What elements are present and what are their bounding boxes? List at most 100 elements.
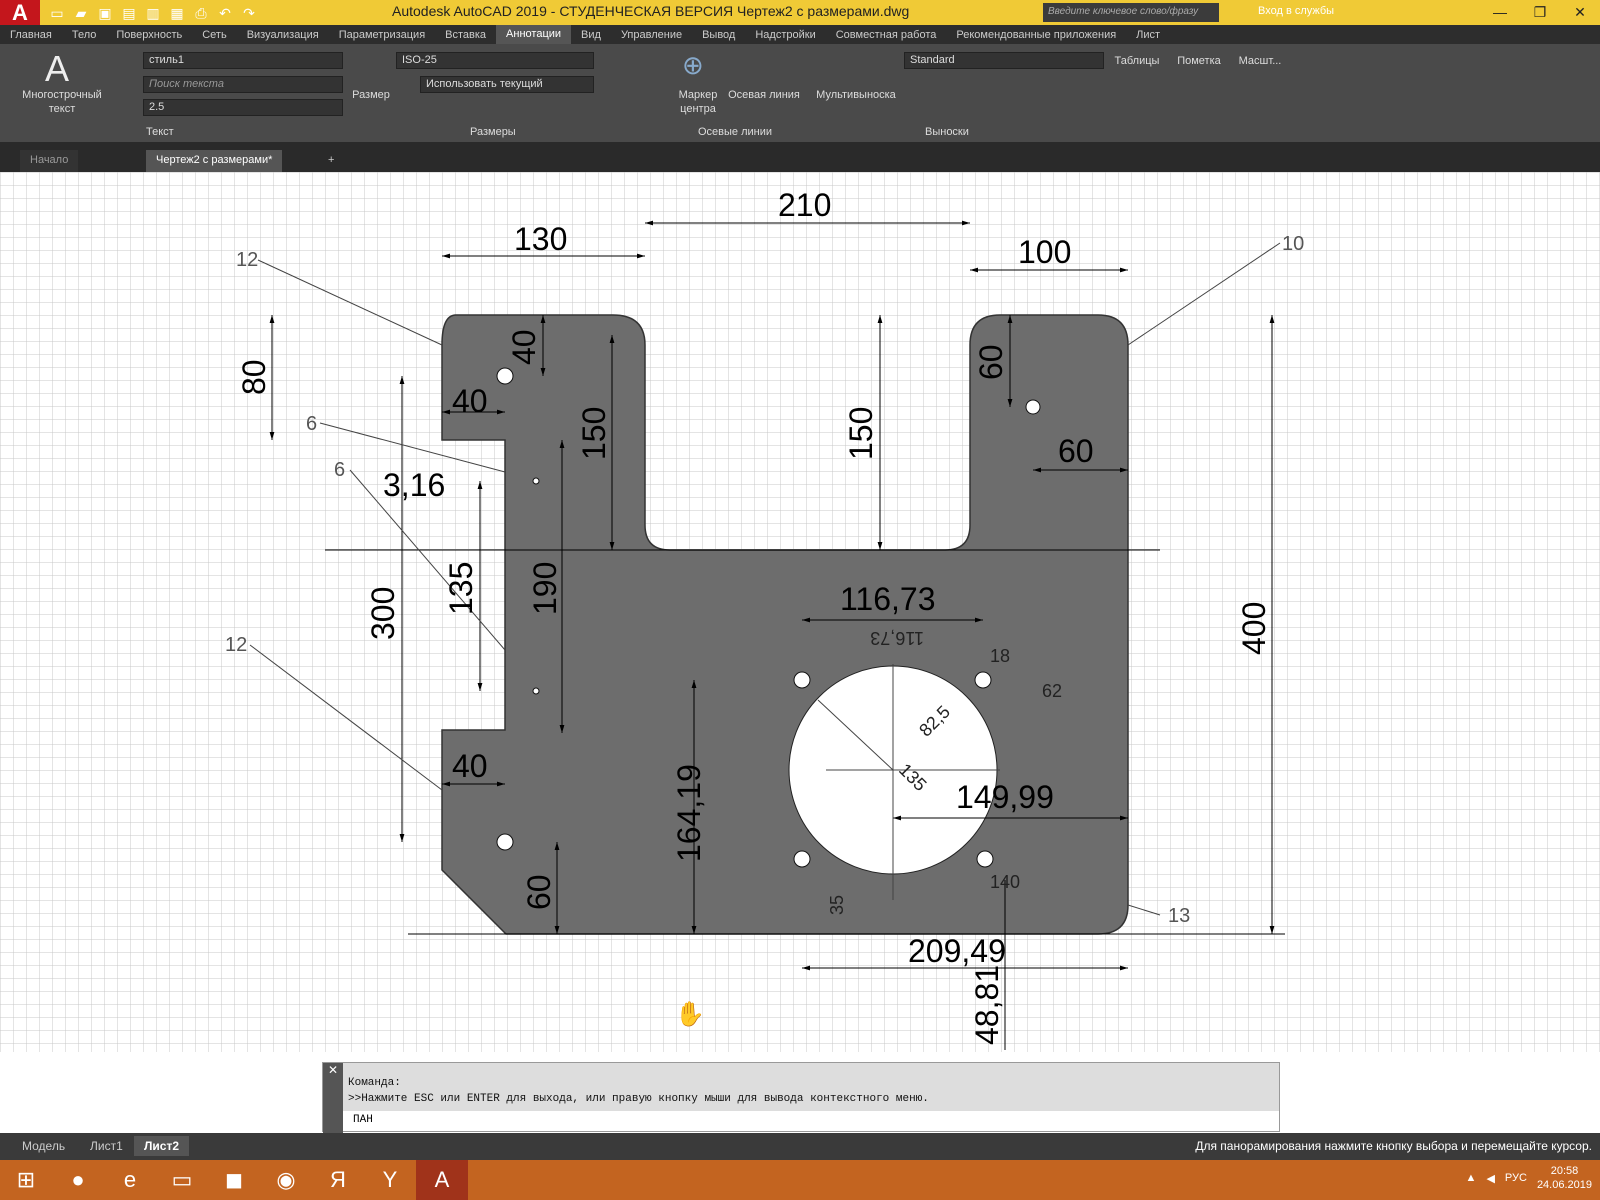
dim-135: 135	[443, 562, 479, 615]
drawing-canvas[interactable]: 210 130 100 80 40 40 150 150 60 60 3,16 …	[0, 172, 1600, 1052]
save-icon[interactable]: ▣	[94, 3, 116, 23]
tab-sheet1[interactable]: Лист1	[80, 1136, 133, 1156]
network-icon[interactable]: ▲	[1466, 1172, 1477, 1184]
ribbon-tab-5[interactable]: Параметризация	[329, 29, 435, 41]
ribbon-tab-7[interactable]: Аннотации	[496, 25, 572, 44]
minimize-icon[interactable]: —	[1480, 0, 1520, 25]
multileader-button[interactable]: Мультивыноска	[810, 88, 902, 102]
export-icon[interactable]: ▥	[142, 3, 164, 23]
ribbon-tab-8[interactable]: Вид	[571, 29, 611, 41]
callout-6-top: 6	[306, 413, 317, 435]
dim-60-bottom: 60	[521, 874, 557, 910]
hole	[532, 477, 540, 485]
dim-62: 62	[1042, 681, 1062, 701]
dim-210: 210	[778, 187, 831, 223]
cortana-icon[interactable]: ●	[52, 1160, 104, 1200]
volume-icon[interactable]: ◀	[1486, 1172, 1494, 1185]
tab-start[interactable]: Начало	[20, 150, 79, 172]
tab-sheet2[interactable]: Лист2	[134, 1136, 190, 1156]
dim-style-select[interactable]: ISO-25	[396, 52, 594, 69]
close-icon[interactable]: ✕	[1560, 0, 1600, 25]
windows-start-icon[interactable]: ⊞	[0, 1160, 52, 1200]
dim-40-left-top: 40	[452, 383, 488, 419]
file-explorer-icon[interactable]: ▭	[156, 1160, 208, 1200]
save-as-icon[interactable]: ▤	[118, 3, 140, 23]
tables-button[interactable]: Таблицы	[1108, 54, 1166, 68]
pan-hand-icon: ✋	[675, 1000, 705, 1028]
login-button[interactable]: Вход в службы	[1258, 5, 1334, 17]
autocad-taskbar-icon[interactable]: A	[416, 1160, 468, 1200]
tab-current-drawing[interactable]: Чертеж2 с размерами*	[146, 150, 283, 172]
yandex-icon[interactable]: Я	[312, 1160, 364, 1200]
center-mark-button[interactable]: Маркер центра	[670, 88, 726, 116]
internet-explorer-icon[interactable]: e	[104, 1160, 156, 1200]
clock-date: 24.06.2019	[1536, 1179, 1592, 1191]
ribbon-tab-14[interactable]: Лист	[1126, 29, 1170, 41]
ribbon-tabs: Главная Тело Поверхность Сеть Визуализация Па…	[0, 25, 1600, 44]
hole	[496, 833, 514, 851]
open-file-icon[interactable]: ▰	[70, 3, 92, 23]
dim-40-left-bottom: 40	[452, 748, 488, 784]
plot-icon[interactable]: ▦	[166, 3, 188, 23]
text-height-select[interactable]: 2.5	[143, 99, 343, 116]
hole	[793, 850, 811, 868]
tab-model[interactable]: Модель	[12, 1136, 75, 1156]
redo-icon[interactable]: ↷	[238, 3, 260, 23]
new-tab-icon[interactable]: +	[318, 150, 344, 172]
ribbon-tab-1[interactable]: Тело	[62, 29, 107, 41]
ribbon-tab-10[interactable]: Вывод	[692, 29, 745, 41]
scale-button[interactable]: Масшт...	[1230, 54, 1290, 68]
dim-layer-select[interactable]: Использовать текущий	[420, 76, 594, 93]
ribbon-tab-2[interactable]: Поверхность	[106, 29, 192, 41]
store-icon[interactable]: ◼	[208, 1160, 260, 1200]
clock-time: 20:58	[1550, 1165, 1579, 1177]
hole	[976, 850, 994, 868]
dim-149-99: 149,99	[956, 779, 1054, 815]
hole	[496, 367, 514, 385]
close-command-icon[interactable]: ✕	[323, 1063, 343, 1133]
ribbon-tab-9[interactable]: Управление	[611, 29, 692, 41]
hole	[1025, 399, 1041, 415]
center-mark-icon[interactable]: ⊕	[682, 50, 704, 81]
dim-35: 35	[827, 895, 847, 915]
dim-18: 18	[990, 646, 1010, 666]
ribbon-tab-0[interactable]: Главная	[0, 29, 62, 41]
dim-209-49: 209,49	[908, 933, 1006, 969]
dim-164-19: 164,19	[671, 764, 707, 862]
markup-button[interactable]: Пометка	[1170, 54, 1228, 68]
chrome-icon[interactable]: ◉	[260, 1160, 312, 1200]
search-input[interactable]: Введите ключевое слово/фразу	[1043, 3, 1219, 22]
mtext-button[interactable]: Многострочный текст	[8, 88, 116, 116]
ribbon-tab-6[interactable]: Вставка	[435, 29, 496, 41]
callout-10: 10	[1282, 233, 1304, 255]
ribbon-tab-4[interactable]: Визуализация	[237, 29, 329, 41]
new-file-icon[interactable]: ▭	[46, 3, 68, 23]
autocad-logo-icon[interactable]: A	[0, 0, 40, 25]
dim-40-top: 40	[506, 329, 542, 365]
find-text-input[interactable]: Поиск текста	[143, 76, 343, 93]
ribbon-tab-12[interactable]: Совместная работа	[826, 29, 947, 41]
centerline-button[interactable]: Осевая линия	[724, 88, 804, 102]
text-style-select[interactable]: стиль1	[143, 52, 343, 69]
command-input[interactable]: ПАН	[343, 1111, 1279, 1131]
leader-style-select[interactable]: Standard	[904, 52, 1104, 69]
dim-300: 300	[365, 587, 401, 640]
mtext-icon[interactable]: A	[45, 48, 69, 90]
ribbon-tab-11[interactable]: Надстройки	[745, 29, 825, 41]
callout-6-bottom: 6	[334, 459, 345, 481]
dim-80: 80	[236, 359, 272, 395]
ribbon-tab-13[interactable]: Рекомендованные приложения	[946, 29, 1126, 41]
command-line[interactable]: ✕ Команда: >>Нажмите ESC или ENTER для в…	[322, 1062, 1280, 1133]
dim-150-left: 150	[576, 407, 612, 460]
yandex-browser-icon[interactable]: Y	[364, 1160, 416, 1200]
centerlines-panel-label: Осевые линии	[698, 126, 773, 138]
dim-400: 400	[1236, 602, 1272, 655]
dim-150-mid: 150	[843, 407, 879, 460]
ribbon-tab-3[interactable]: Сеть	[192, 29, 236, 41]
print-icon[interactable]: ⎙	[190, 3, 212, 23]
dimension-button[interactable]: Размер	[350, 88, 392, 102]
restore-icon[interactable]: ❐	[1520, 0, 1560, 25]
undo-icon[interactable]: ↶	[214, 3, 236, 23]
dim-100: 100	[1018, 234, 1071, 270]
language-indicator[interactable]: РУС	[1505, 1172, 1527, 1184]
